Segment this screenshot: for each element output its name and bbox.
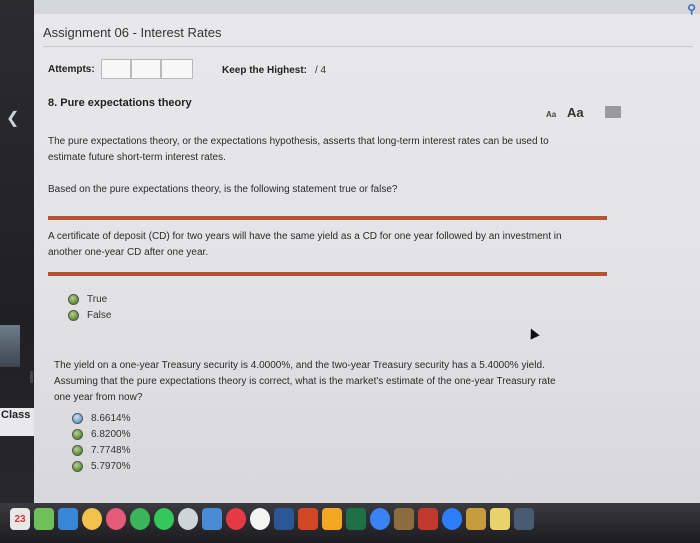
page-title: Assignment 06 - Interest Rates [43, 25, 222, 40]
dictionary-icon[interactable] [466, 508, 486, 530]
statement-bottom-rule [48, 272, 607, 276]
font-size-large-button[interactable]: Aa [567, 105, 584, 120]
dock: 23 [10, 508, 538, 530]
statement-text: A certificate of deposit (CD) for two ye… [48, 229, 562, 261]
class-label: Class [0, 408, 34, 436]
rate-option[interactable]: 7.7748% [72, 445, 130, 456]
attempts-label: Attempts: [48, 64, 95, 75]
intro-line: The pure expectations theory, or the exp… [48, 136, 549, 147]
chevron-left-icon[interactable]: ❮ [6, 108, 19, 128]
app-store-icon[interactable] [442, 508, 462, 530]
rate-option[interactable]: 8.6614% [72, 413, 130, 424]
photos-icon[interactable] [82, 508, 102, 530]
keep-highest-label: Keep the Highest: [222, 65, 308, 76]
word-icon[interactable] [274, 508, 294, 530]
app-icon[interactable] [226, 508, 246, 530]
mouse-cursor-icon [526, 326, 540, 340]
app-icon[interactable] [34, 508, 54, 530]
app-icon[interactable] [418, 508, 438, 530]
attempt-box [161, 59, 193, 79]
statement-top-rule [48, 216, 607, 220]
radio-button-icon[interactable] [72, 413, 83, 424]
statement-line: A certificate of deposit (CD) for two ye… [48, 231, 562, 242]
radio-button-icon[interactable] [68, 310, 79, 321]
messages-icon[interactable] [130, 508, 150, 530]
rate-option-label: 5.7970% [91, 461, 131, 472]
print-icon[interactable] [605, 106, 621, 118]
radio-true[interactable]: True [68, 294, 107, 305]
statement-line: another one-year CD after one year. [48, 247, 209, 258]
left-sidebar: ❮ [0, 0, 34, 543]
radio-false[interactable]: False [68, 310, 111, 321]
rate-option-label: 6.8200% [91, 429, 131, 440]
radio-button-icon[interactable] [68, 294, 79, 305]
font-size-small-button[interactable]: Aa [546, 110, 556, 119]
rate-option[interactable]: 5.7970% [72, 461, 130, 472]
facetime-icon[interactable] [154, 508, 174, 530]
attempt-box [101, 59, 131, 79]
app-icon[interactable] [58, 508, 78, 530]
profile-photo [0, 325, 20, 367]
search-icon[interactable]: ⚲ [687, 2, 696, 16]
radio-button-icon[interactable] [72, 429, 83, 440]
intro-line: estimate future short-term interest rate… [48, 152, 226, 163]
music-icon[interactable] [250, 508, 270, 530]
question2-line: Assuming that the pure expectations theo… [54, 376, 556, 387]
app-icon[interactable] [106, 508, 126, 530]
radio-button-icon[interactable] [72, 461, 83, 472]
excel-icon[interactable] [346, 508, 366, 530]
chrome-icon[interactable] [370, 508, 390, 530]
prompt-text: Based on the pure expectations theory, i… [48, 184, 398, 195]
keep-highest-value: / 4 [315, 65, 327, 76]
assignment-page: ⚲ Assignment 06 - Interest Rates Attempt… [34, 0, 700, 503]
question-title: 8. Pure expectations theory [48, 97, 192, 109]
rate-option-label: 8.6614% [91, 413, 131, 424]
divider [30, 371, 33, 383]
question2-line: one year from now? [54, 392, 143, 403]
question2-text: The yield on a one-year Treasury securit… [54, 358, 556, 406]
radio-button-icon[interactable] [72, 445, 83, 456]
app-icon[interactable] [514, 508, 534, 530]
app-icon[interactable] [178, 508, 198, 530]
app-icon[interactable] [202, 508, 222, 530]
calendar-icon[interactable]: 23 [10, 508, 30, 530]
app-icon[interactable] [394, 508, 414, 530]
question2-line: The yield on a one-year Treasury securit… [54, 360, 545, 371]
header-divider [43, 46, 693, 47]
notes-icon[interactable] [490, 508, 510, 530]
intro-text: The pure expectations theory, or the exp… [48, 134, 549, 166]
top-strip [34, 0, 700, 14]
app-icon[interactable] [322, 508, 342, 530]
radio-label: False [87, 310, 112, 321]
rate-option[interactable]: 6.8200% [72, 429, 130, 440]
powerpoint-icon[interactable] [298, 508, 318, 530]
rate-option-label: 7.7748% [91, 445, 131, 456]
attempt-box [131, 59, 161, 79]
radio-label: True [87, 294, 108, 305]
